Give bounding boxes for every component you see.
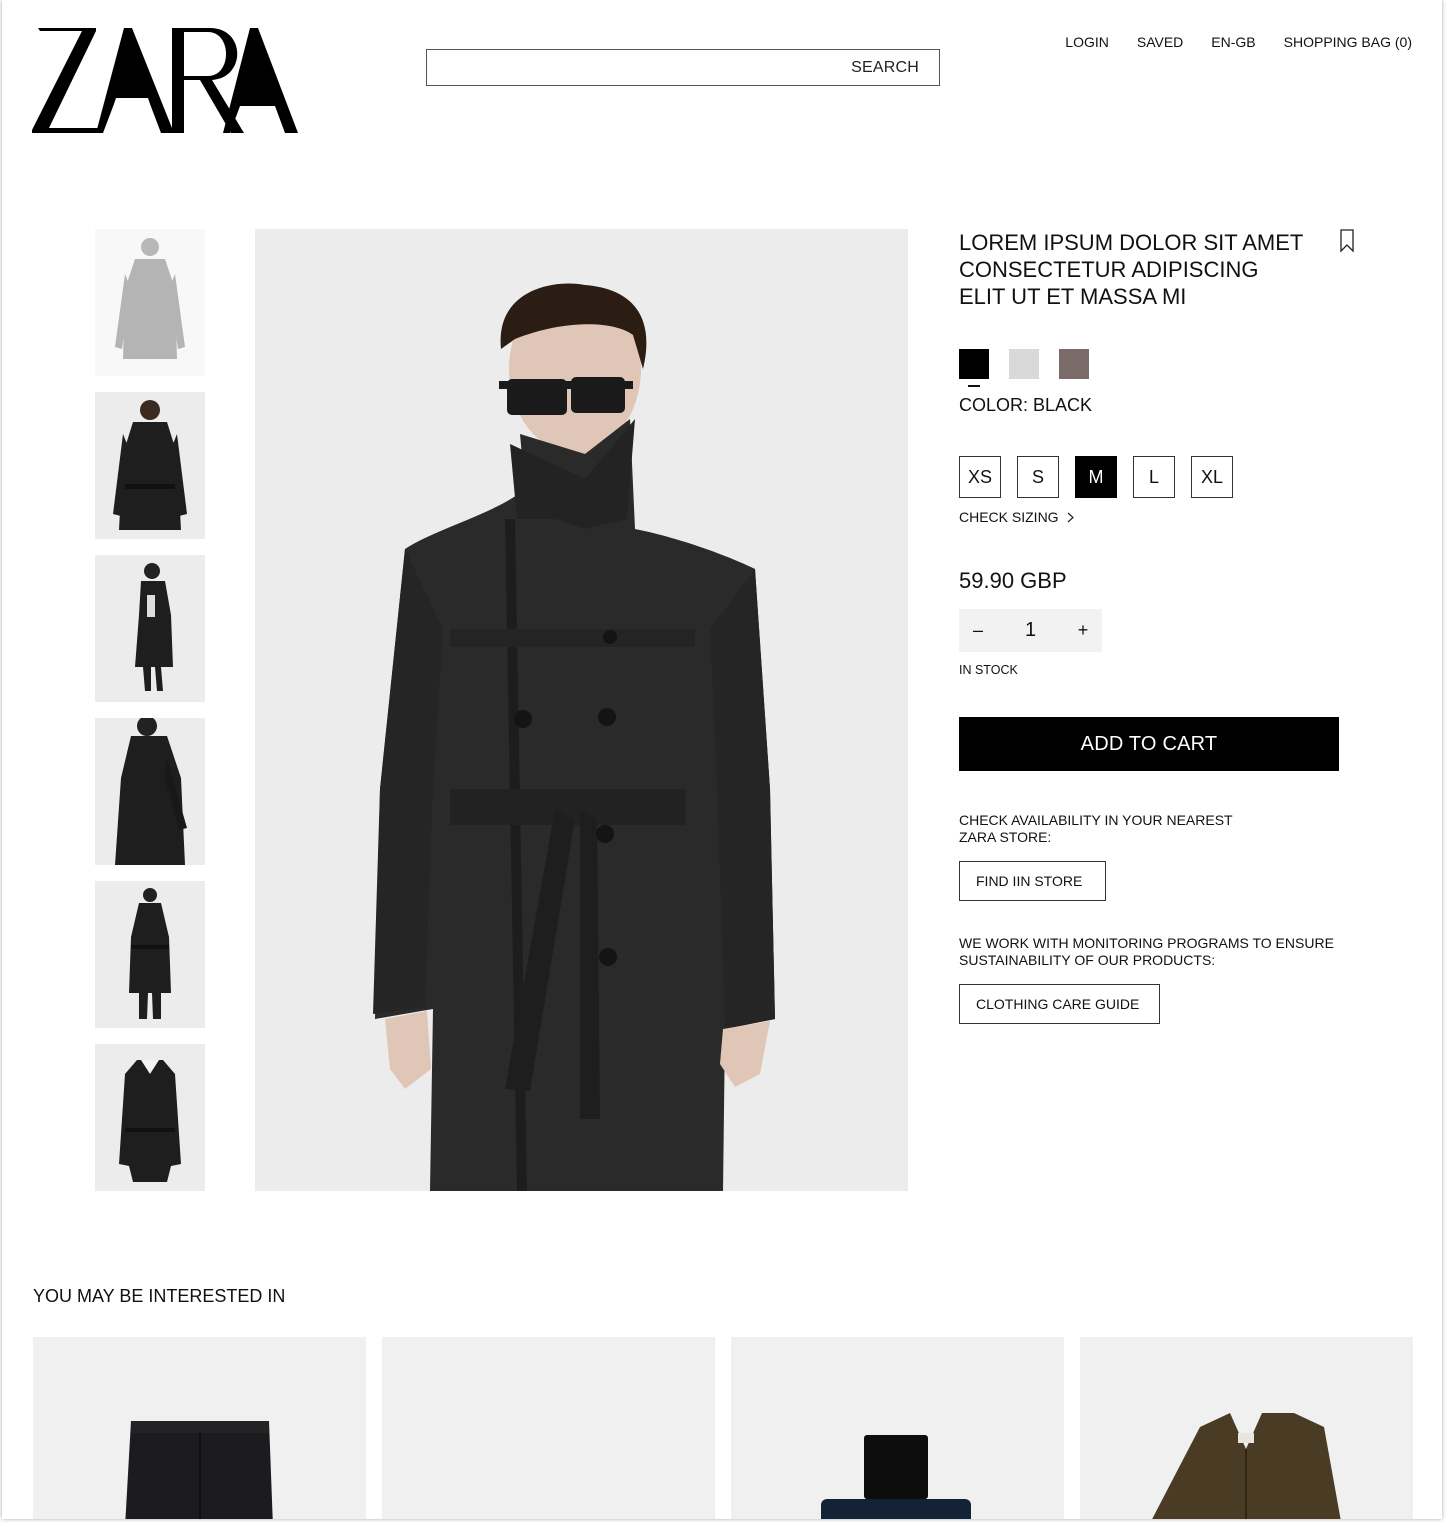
product-price: 59.90 GBP	[959, 568, 1067, 593]
find-in-store-button[interactable]: FIND IIN STORE	[959, 861, 1106, 901]
thumbnail-back[interactable]	[95, 392, 205, 539]
recommendations-title: YOU MAY BE INTERESTED IN	[33, 1286, 286, 1306]
sustainability-text: WE WORK WITH MONITORING PROGRAMS TO ENSU…	[959, 935, 1334, 968]
thumbnail-gallery	[95, 229, 205, 1207]
size-selector: XS S M L XL	[959, 456, 1233, 498]
size-option-s[interactable]: S	[1017, 456, 1059, 498]
model-wearing-trench-coat-image	[255, 229, 908, 1191]
product-thumbnail-image	[95, 555, 205, 702]
trousers-product-image	[33, 1337, 366, 1519]
recommendation-card[interactable]	[382, 1337, 715, 1519]
language-selector[interactable]: EN-GB	[1211, 34, 1255, 50]
selected-color-label: COLOR: BLACK	[959, 395, 1093, 415]
quantity-value[interactable]: 1	[1025, 619, 1036, 642]
recommendation-card[interactable]	[731, 1337, 1064, 1519]
increase-quantity-button[interactable]: +	[1076, 620, 1090, 641]
availability-text: CHECK AVAILABILITY IN YOUR NEAREST ZARA …	[959, 812, 1233, 845]
color-swatches	[959, 349, 1089, 387]
clothing-care-guide-label: CLOTHING CARE GUIDE	[976, 996, 1140, 1012]
add-to-cart-button[interactable]: ADD TO CART	[959, 717, 1339, 771]
product-thumbnail-image	[95, 229, 205, 376]
thumbnail-detail[interactable]	[95, 718, 205, 865]
recommendation-card[interactable]	[33, 1337, 366, 1519]
shopping-bag-link[interactable]: SHOPPING BAG (0)	[1284, 34, 1412, 50]
clothing-care-guide-button[interactable]: CLOTHING CARE GUIDE	[959, 984, 1160, 1024]
product-thumbnail-image	[95, 718, 205, 865]
product-thumbnail-image	[95, 881, 205, 1028]
find-in-store-label: FIND IIN STORE	[976, 873, 1083, 889]
color-swatch-light-grey[interactable]	[1009, 349, 1039, 379]
size-option-xl[interactable]: XL	[1191, 456, 1233, 498]
stock-status: IN STOCK	[959, 663, 1018, 677]
chevron-right-icon	[1067, 512, 1074, 522]
fragrance-bottle-product-image	[731, 1337, 1064, 1519]
thumbnail-side[interactable]	[95, 555, 205, 702]
size-option-m[interactable]: M	[1075, 456, 1117, 498]
decrease-quantity-button[interactable]: –	[971, 620, 985, 641]
bookmark-icon[interactable]	[1339, 229, 1355, 253]
product-image-placeholder	[382, 1337, 715, 1519]
thumbnail-front[interactable]	[95, 229, 205, 376]
zara-logo[interactable]	[32, 22, 298, 136]
thumbnail-full-length[interactable]	[95, 881, 205, 1028]
recommendations-list	[33, 1337, 1413, 1519]
recommendation-card[interactable]	[1080, 1337, 1413, 1519]
product-title-line: LOREM IPSUM DOLOR SIT AMET	[959, 230, 1304, 255]
page: SEARCH LOGIN SAVED EN-GB SHOPPING BAG (0…	[2, 0, 1442, 1519]
product-thumbnail-image	[95, 1044, 205, 1191]
thumbnail-flat-lay[interactable]	[95, 1044, 205, 1191]
quantity-stepper: – 1 +	[959, 609, 1102, 652]
search-label: SEARCH	[851, 58, 919, 76]
login-link[interactable]: LOGIN	[1065, 34, 1109, 50]
search-input[interactable]: SEARCH	[426, 49, 940, 86]
product-title: LOREM IPSUM DOLOR SIT AMET CONSECTETUR A…	[959, 229, 1319, 310]
check-sizing-label: CHECK SIZING	[959, 509, 1059, 525]
product-title-line: ELIT UT ET MASSA MI	[959, 284, 1187, 309]
product-title-line: CONSECTETUR ADIPISCING	[959, 257, 1259, 282]
color-swatch-taupe[interactable]	[1059, 349, 1089, 379]
product-thumbnail-image	[95, 392, 205, 539]
size-option-l[interactable]: L	[1133, 456, 1175, 498]
product-main-image[interactable]	[255, 229, 908, 1191]
top-nav: LOGIN SAVED EN-GB SHOPPING BAG (0)	[1065, 34, 1412, 50]
color-swatch-black[interactable]	[959, 349, 989, 387]
saved-link[interactable]: SAVED	[1137, 34, 1183, 50]
check-sizing-link[interactable]: CHECK SIZING	[959, 509, 1074, 525]
size-option-xs[interactable]: XS	[959, 456, 1001, 498]
jacket-product-image	[1080, 1337, 1413, 1519]
product-info-panel: LOREM IPSUM DOLOR SIT AMET CONSECTETUR A…	[959, 229, 1359, 1024]
